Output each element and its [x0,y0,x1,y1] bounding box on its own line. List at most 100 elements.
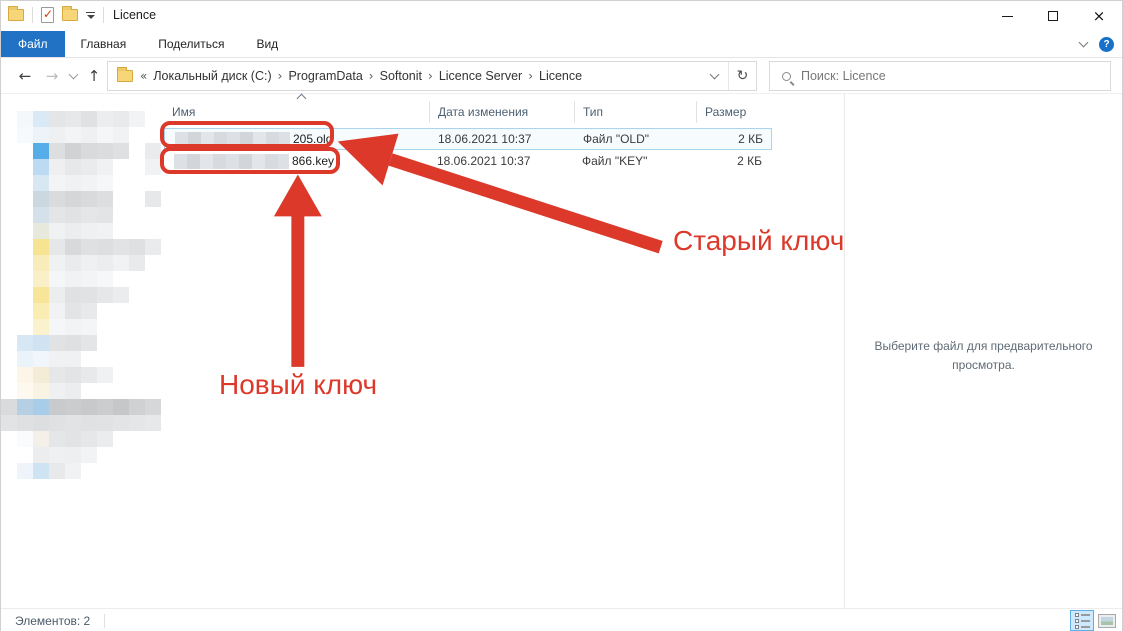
blurred-tree-block [65,463,81,479]
thumbnail-view-button[interactable] [1095,610,1119,631]
minimize-button[interactable] [984,1,1030,31]
blurred-tree-block [97,159,113,175]
blurred-tree-block [65,351,81,367]
blurred-tree-block [17,463,33,479]
blurred-tree-block [65,415,81,431]
divider [103,7,104,23]
blurred-tree-block [17,399,33,415]
back-button[interactable]: ← [11,67,39,85]
tab-home[interactable]: Главная [65,31,143,57]
blurred-tree-block [97,223,113,239]
blurred-tree-block [81,223,97,239]
blurred-tree-block [81,319,97,335]
details-view-icon [1075,613,1090,629]
column-header-size[interactable]: Размер [696,101,778,123]
new-folder-icon[interactable] [62,9,78,21]
window-title: Licence [113,8,156,22]
breadcrumb-collapse[interactable]: « [140,69,147,83]
blurred-tree-block [17,335,33,351]
breadcrumb-item-softonit[interactable]: Softonit [380,69,422,83]
details-view-button[interactable] [1070,610,1094,631]
file-row-old[interactable]: 205.old 18.06.2021 10:37 Файл "OLD" 2 КБ [164,128,772,150]
maximize-icon [1048,11,1058,21]
blurred-tree-block [145,191,161,207]
blurred-tree-block [81,239,97,255]
blurred-tree-block [49,303,65,319]
sort-ascending-icon [297,94,307,104]
items-count: Элементов: 2 [15,614,90,628]
blurred-tree-block [17,383,33,399]
divider [104,614,105,628]
blurred-tree-block [65,319,81,335]
search-box[interactable] [769,61,1111,91]
chevron-right-icon[interactable]: › [428,69,433,83]
breadcrumb-item-drive[interactable]: Локальный диск (C:) [153,69,271,83]
search-input[interactable] [801,69,1110,83]
blurred-filename [174,154,289,169]
tab-view[interactable]: Вид [240,31,294,57]
window-controls: × [984,1,1122,31]
chevron-right-icon[interactable]: › [369,69,374,83]
navigation-pane-blurred[interactable] [1,94,161,608]
blurred-tree-block [33,335,49,351]
file-row-key[interactable]: 866.key 18.06.2021 10:37 Файл "KEY" 2 КБ [164,150,772,172]
blurred-tree-block [81,287,97,303]
properties-check-icon[interactable] [41,7,54,23]
recent-locations-chevron-icon[interactable] [65,75,81,78]
close-button[interactable]: × [1076,1,1122,31]
expand-ribbon-chevron-icon[interactable] [1079,38,1089,48]
ribbon-tabbar: Файл Главная Поделиться Вид ? [1,31,1122,58]
column-header-type[interactable]: Тип [574,101,696,123]
address-folder-icon [117,70,133,82]
breadcrumb-item-programdata[interactable]: ProgramData [288,69,362,83]
blurred-tree-block [33,159,49,175]
breadcrumb-item-licence[interactable]: Licence [539,69,582,83]
tab-file[interactable]: Файл [1,31,65,57]
blurred-tree-block [97,207,113,223]
blurred-tree-block [49,255,65,271]
blurred-tree-block [113,143,129,159]
column-header-name[interactable]: Имя [164,101,429,123]
blurred-tree-block [65,255,81,271]
blurred-tree-block [33,127,49,143]
blurred-tree-block [49,431,65,447]
blurred-tree-block [81,447,97,463]
status-bar: Элементов: 2 [1,608,1122,631]
blurred-tree-block [81,111,97,127]
blurred-tree-block [65,111,81,127]
blurred-tree-block [49,111,65,127]
blurred-tree-block [17,111,33,127]
blurred-tree-block [97,287,113,303]
blurred-tree-block [97,143,113,159]
blurred-tree-block [81,255,97,271]
maximize-button[interactable] [1030,1,1076,31]
blurred-tree-block [129,415,145,431]
blurred-tree-block [145,143,161,159]
blurred-tree-block [49,463,65,479]
blurred-tree-block [65,223,81,239]
blurred-tree-block [33,271,49,287]
file-name: 205.old [165,132,430,147]
chevron-right-icon[interactable]: › [528,69,533,83]
file-list: Имя Дата изменения Тип Размер 205.old 18… [161,94,846,608]
chevron-right-icon[interactable]: › [278,69,283,83]
column-header-date[interactable]: Дата изменения [429,101,574,123]
help-icon[interactable]: ? [1099,37,1114,52]
blurred-tree-block [33,367,49,383]
blurred-tree-block [65,383,81,399]
customize-quick-access-chevron-icon[interactable] [86,12,95,19]
blurred-tree-block [129,399,145,415]
blurred-tree-block [65,271,81,287]
blurred-tree-block [33,383,49,399]
tab-share[interactable]: Поделиться [142,31,240,57]
address-dropdown-chevron-icon[interactable] [700,75,728,78]
refresh-button[interactable]: ↻ [728,62,756,90]
up-button[interactable]: ↑ [81,67,107,85]
explorer-window: Licence × Файл Главная Поделиться Вид ? … [0,0,1123,631]
blurred-tree-block [65,303,81,319]
blurred-tree-block [113,255,129,271]
blurred-tree-block [81,207,97,223]
blurred-tree-block [81,335,97,351]
breadcrumb-item-licence-server[interactable]: Licence Server [439,69,522,83]
address-bar[interactable]: « Локальный диск (C:) › ProgramData › So… [107,61,757,91]
